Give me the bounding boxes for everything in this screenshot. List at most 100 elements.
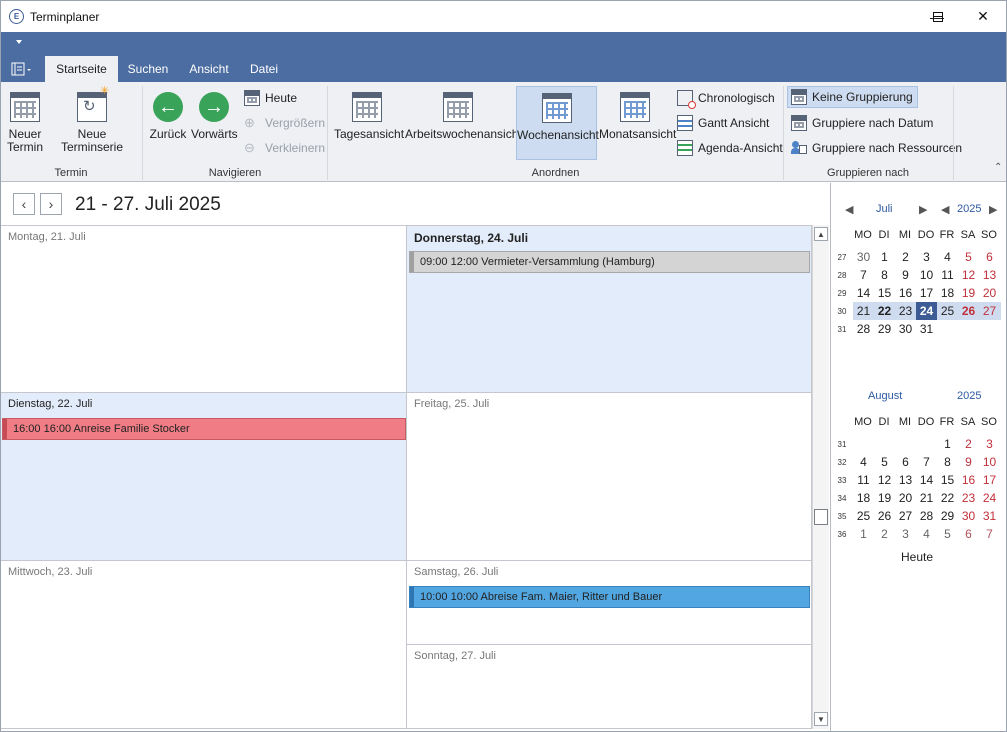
mini-calendar-day[interactable]: 27 — [979, 302, 1000, 320]
prev-year-icon[interactable]: ◀ — [941, 203, 949, 216]
mini-calendar-day[interactable]: 20 — [979, 284, 1000, 302]
day-cell-thursday[interactable]: Donnerstag, 24. Juli 09:00 12:00 Vermiet… — [407, 226, 812, 393]
mini-calendar-day[interactable]: 6 — [895, 453, 916, 471]
mini-calendar-day[interactable]: 9 — [895, 266, 916, 284]
mini-calendar-day[interactable]: 28 — [853, 320, 874, 338]
mini-calendar-day[interactable]: 3 — [895, 525, 916, 543]
mini-calendar-day[interactable]: 26 — [874, 507, 895, 525]
mini-calendar-day[interactable]: 16 — [895, 284, 916, 302]
mini-calendar-day[interactable]: 15 — [874, 284, 895, 302]
mini-calendar-day[interactable]: 5 — [937, 525, 958, 543]
mini-calendar-day[interactable]: 27 — [895, 507, 916, 525]
day-cell-tuesday[interactable]: Dienstag, 22. Juli 16:00 16:00 Anreise F… — [1, 393, 407, 561]
tab-ansicht[interactable]: Ansicht — [181, 56, 237, 82]
appointment[interactable]: 10:00 10:00 Abreise Fam. Maier, Ritter u… — [409, 586, 810, 608]
mini-calendar-day[interactable]: 5 — [874, 453, 895, 471]
scroll-down-icon[interactable]: ▼ — [814, 712, 828, 726]
week-number[interactable]: 36 — [835, 530, 849, 539]
mini-calendar-day[interactable]: 1 — [853, 525, 874, 543]
mini-calendar-day[interactable]: 4 — [937, 248, 958, 266]
week-number[interactable]: 31 — [835, 440, 849, 449]
week-number[interactable]: 30 — [835, 307, 849, 316]
quick-access-dropdown-icon[interactable] — [16, 40, 22, 44]
tab-startseite[interactable]: Startseite — [45, 56, 118, 82]
next-year-icon[interactable]: ▶ — [989, 203, 997, 216]
week-number[interactable]: 28 — [835, 271, 849, 280]
close-button[interactable]: ✕ — [960, 1, 1006, 32]
day-cell-monday[interactable]: Montag, 21. Juli — [1, 226, 407, 393]
mini-calendar-day[interactable]: 30 — [958, 507, 979, 525]
mini-calendar-day[interactable]: 14 — [853, 284, 874, 302]
group-by-date-button[interactable]: Gruppiere nach Datum — [791, 113, 933, 133]
mini-calendar-day[interactable]: 13 — [895, 471, 916, 489]
next-week-button[interactable]: › — [40, 193, 62, 215]
new-series-button[interactable]: ↻ ✳ Neue Terminserie — [49, 85, 135, 160]
mini-calendar-day[interactable]: 23 — [895, 302, 916, 320]
mini-calendar-day[interactable]: 31 — [979, 507, 1000, 525]
mini-calendar-day[interactable]: 24 — [979, 489, 1000, 507]
mini-calendar-day[interactable]: 18 — [853, 489, 874, 507]
mini-calendar-day[interactable]: 11 — [937, 266, 958, 284]
month-label[interactable]: August — [868, 390, 902, 402]
day-cell-saturday[interactable]: Samstag, 26. Juli 10:00 10:00 Abreise Fa… — [407, 561, 812, 645]
zoom-out-button[interactable]: ⊖ Verkleinern — [244, 138, 325, 158]
week-number[interactable]: 31 — [835, 325, 849, 334]
mini-calendar-day[interactable]: 30 — [895, 320, 916, 338]
mini-calendar-day[interactable]: 11 — [853, 471, 874, 489]
week-number[interactable]: 34 — [835, 494, 849, 503]
mini-calendar-day[interactable]: 2 — [958, 435, 979, 453]
next-month-icon[interactable]: ▶ — [919, 203, 927, 216]
mini-calendar-day[interactable]: 22 — [937, 489, 958, 507]
mini-calendar-day[interactable]: 6 — [979, 248, 1000, 266]
new-appointment-button[interactable]: Neuer Termin — [5, 86, 45, 160]
mini-calendar-day[interactable]: 20 — [895, 489, 916, 507]
month-label[interactable]: Juli — [876, 203, 893, 215]
mini-calendar-day[interactable]: 12 — [958, 266, 979, 284]
year-label[interactable]: 2025 — [957, 390, 981, 402]
week-number[interactable]: 29 — [835, 289, 849, 298]
vertical-scrollbar[interactable]: ▲ ▼ — [812, 225, 829, 729]
prev-month-icon[interactable]: ◀ — [845, 203, 853, 216]
mini-calendar-day[interactable]: 4 — [853, 453, 874, 471]
collapse-ribbon-icon[interactable]: ⌃ — [994, 162, 1002, 173]
mini-calendar-day[interactable]: 14 — [916, 471, 937, 489]
month-view-button[interactable]: Monatsansicht — [599, 86, 676, 160]
mini-calendar-day[interactable]: 1 — [874, 248, 895, 266]
mini-calendar-day[interactable]: 1 — [937, 435, 958, 453]
today-button[interactable]: Heute — [244, 88, 297, 108]
today-link[interactable]: Heute — [901, 550, 933, 564]
scroll-thumb[interactable] — [814, 509, 828, 525]
tab-suchen[interactable]: Suchen — [121, 56, 175, 82]
day-cell-sunday[interactable]: Sonntag, 27. Juli — [407, 645, 812, 729]
scroll-up-icon[interactable]: ▲ — [814, 227, 828, 241]
forward-button[interactable]: → Vorwärts — [191, 86, 238, 160]
mini-calendar-day[interactable]: 23 — [958, 489, 979, 507]
timeline-view-button[interactable]: Chronologisch — [677, 88, 775, 109]
week-view-button[interactable]: Wochenansicht — [516, 86, 599, 160]
gantt-view-button[interactable]: Gantt Ansicht — [677, 113, 769, 133]
mini-calendar-day[interactable]: 3 — [979, 435, 1000, 453]
mini-calendar-day[interactable]: 2 — [874, 525, 895, 543]
mini-calendar-day[interactable]: 29 — [874, 320, 895, 338]
mini-calendar-day[interactable]: 24 — [916, 302, 937, 320]
mini-calendar-day[interactable]: 10 — [979, 453, 1000, 471]
mini-calendar-day[interactable]: 16 — [958, 471, 979, 489]
day-cell-friday[interactable]: Freitag, 25. Juli — [407, 393, 812, 561]
mini-calendar-day[interactable]: 17 — [916, 284, 937, 302]
mini-calendar-day[interactable]: 6 — [958, 525, 979, 543]
mini-calendar-day[interactable]: 29 — [937, 507, 958, 525]
app-menu-button[interactable] — [11, 62, 35, 78]
mini-calendar-day[interactable]: 8 — [937, 453, 958, 471]
mini-calendar-day[interactable]: 19 — [958, 284, 979, 302]
year-label[interactable]: 2025 — [957, 203, 981, 215]
mini-calendar-day[interactable]: 30 — [853, 248, 874, 266]
prev-week-button[interactable]: ‹ — [13, 193, 35, 215]
mini-calendar-day[interactable]: 2 — [895, 248, 916, 266]
mini-calendar-day[interactable]: 19 — [874, 489, 895, 507]
workweek-view-button[interactable]: Arbeitswochenansicht — [405, 86, 522, 160]
mini-calendar-day[interactable]: 31 — [916, 320, 937, 338]
mini-calendar-day[interactable]: 21 — [853, 302, 874, 320]
mini-calendar-day[interactable]: 8 — [874, 266, 895, 284]
mini-calendar-day[interactable]: 13 — [979, 266, 1000, 284]
zoom-in-button[interactable]: ⊕ Vergrößern — [244, 113, 325, 133]
